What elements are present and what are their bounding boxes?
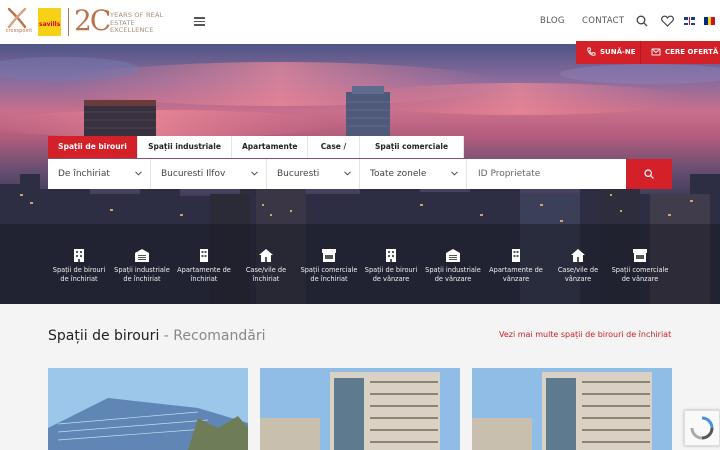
region-select-value: Bucuresti Ilfov	[161, 169, 226, 179]
anniversary-logo: 2C	[74, 4, 111, 37]
category-apartments-rent[interactable]: Apartamente de închiriat	[173, 248, 235, 284]
property-type-tabs: Spații de birouri Spații industriale Apa…	[48, 136, 464, 173]
nav-blog-link[interactable]: BLOG	[540, 16, 565, 26]
crosspoint-x-icon	[7, 7, 27, 29]
request-offer-button[interactable]: CERE OFERTĂ	[640, 41, 720, 64]
tab-office-spaces[interactable]: Spații de birouri	[48, 136, 138, 158]
search-button[interactable]	[626, 159, 672, 189]
zone-select[interactable]: Toate zonele	[360, 159, 467, 189]
category-label: Spații comerciale de închiriat	[300, 266, 358, 283]
savills-logo[interactable]: savills	[38, 8, 61, 36]
category-industrial-rent[interactable]: Spații industriale de închiriat	[111, 248, 173, 284]
anniversary-tagline: YEARS OF REAL ESTATE EXCELLENCE	[110, 11, 164, 34]
shop-icon	[322, 249, 336, 262]
section-subtitle: - Recomandări	[159, 328, 266, 344]
city-select[interactable]: Bucuresti	[267, 159, 360, 189]
flag-ro-icon[interactable]	[704, 17, 716, 25]
office-building-icon	[74, 249, 84, 262]
category-label: Apartamente de închiriat	[177, 266, 231, 283]
transaction-select[interactable]: De închiriat	[48, 159, 151, 189]
category-houses-rent[interactable]: Case/vile de închiriat	[235, 248, 297, 284]
warehouse-icon	[446, 249, 460, 262]
recaptcha-icon	[690, 416, 714, 440]
tab-commercial-spaces[interactable]: Spații comerciale	[360, 136, 464, 158]
tab-industrial-spaces[interactable]: Spații industriale	[138, 136, 232, 158]
category-label: Spații de birouri de închiriat	[52, 266, 106, 283]
nav-contact-link[interactable]: CONTACT	[582, 16, 624, 26]
category-office-sale[interactable]: Spații de birouri de vânzare	[360, 248, 422, 284]
house-icon	[571, 249, 585, 262]
city-select-value: Bucuresti	[277, 169, 320, 179]
category-label: Spații industriale de închiriat	[114, 266, 170, 283]
search-icon	[644, 169, 654, 179]
crosspoint-logo[interactable]: crosspoint	[4, 6, 32, 36]
call-us-button[interactable]: SUNĂ-NE	[576, 41, 640, 64]
shop-icon	[633, 249, 647, 262]
category-industrial-sale[interactable]: Spații industriale de vânzare	[422, 248, 484, 284]
category-label: Apartamente de vânzare	[489, 266, 543, 283]
category-commercial-sale[interactable]: Spații comerciale de vânzare	[609, 248, 671, 284]
flag-uk-icon[interactable]	[684, 17, 695, 25]
chevron-down-icon	[251, 171, 258, 176]
property-photo	[472, 368, 672, 450]
search-icon[interactable]	[636, 15, 648, 27]
phone-icon	[587, 47, 596, 56]
warehouse-icon	[135, 249, 149, 262]
category-apartments-sale[interactable]: Apartamente de vânzare	[485, 248, 547, 284]
crosspoint-wordmark: crosspoint	[5, 28, 33, 34]
section-title-main: Spații de birouri	[48, 328, 160, 344]
apartment-icon	[512, 249, 520, 262]
zone-select-value: Toate zonele	[370, 169, 427, 179]
chevron-down-icon	[135, 171, 142, 176]
request-offer-label: CERE OFERTĂ	[665, 48, 719, 56]
category-label: Spații de birouri de vânzare	[364, 266, 418, 283]
site-header: crosspoint savills 2C YEARS OF REAL ESTA…	[0, 0, 720, 44]
recaptcha-badge[interactable]	[684, 410, 720, 446]
logo-divider	[68, 8, 69, 36]
category-label: Spații industriale de vânzare	[425, 266, 481, 283]
chevron-down-icon	[344, 171, 351, 176]
transaction-select-value: De închiriat	[58, 169, 110, 179]
category-label: Spații comerciale de vânzare	[611, 266, 669, 283]
see-more-offices-link[interactable]: Vezi mai multe spații de birouri de înch…	[499, 330, 671, 339]
call-us-label: SUNĂ-NE	[600, 48, 636, 56]
property-card[interactable]	[472, 368, 672, 450]
category-commercial-rent[interactable]: Spații comerciale de închiriat	[298, 248, 360, 284]
heart-icon[interactable]	[661, 15, 674, 27]
category-label: Case/vile de închiriat	[245, 266, 287, 283]
section-title: Spații de birouri - Recomandări	[48, 328, 265, 344]
menu-icon[interactable]	[194, 17, 205, 26]
property-photo	[260, 368, 460, 450]
envelope-icon	[651, 48, 661, 56]
tab-apartments[interactable]: Apartamente	[232, 136, 308, 158]
savills-wordmark: savills	[39, 21, 61, 28]
property-photo	[48, 368, 248, 450]
property-card[interactable]	[48, 368, 248, 450]
region-select[interactable]: Bucuresti Ilfov	[151, 159, 267, 189]
category-houses-sale[interactable]: Case/vile de vânzare	[547, 248, 609, 284]
apartment-icon	[200, 249, 208, 262]
category-office-rent[interactable]: Spații de birouri de închiriat	[48, 248, 110, 284]
property-id-input[interactable]	[468, 159, 626, 189]
chevron-down-icon	[451, 171, 458, 176]
house-icon	[259, 249, 273, 262]
tab-houses-villas[interactable]: Case / Vile	[308, 136, 360, 173]
property-card[interactable]	[260, 368, 460, 450]
category-label: Case/vile de vânzare	[557, 266, 599, 283]
office-building-icon	[386, 249, 396, 262]
property-search-bar: De închiriat Bucuresti Ilfov Bucuresti T…	[48, 159, 672, 189]
